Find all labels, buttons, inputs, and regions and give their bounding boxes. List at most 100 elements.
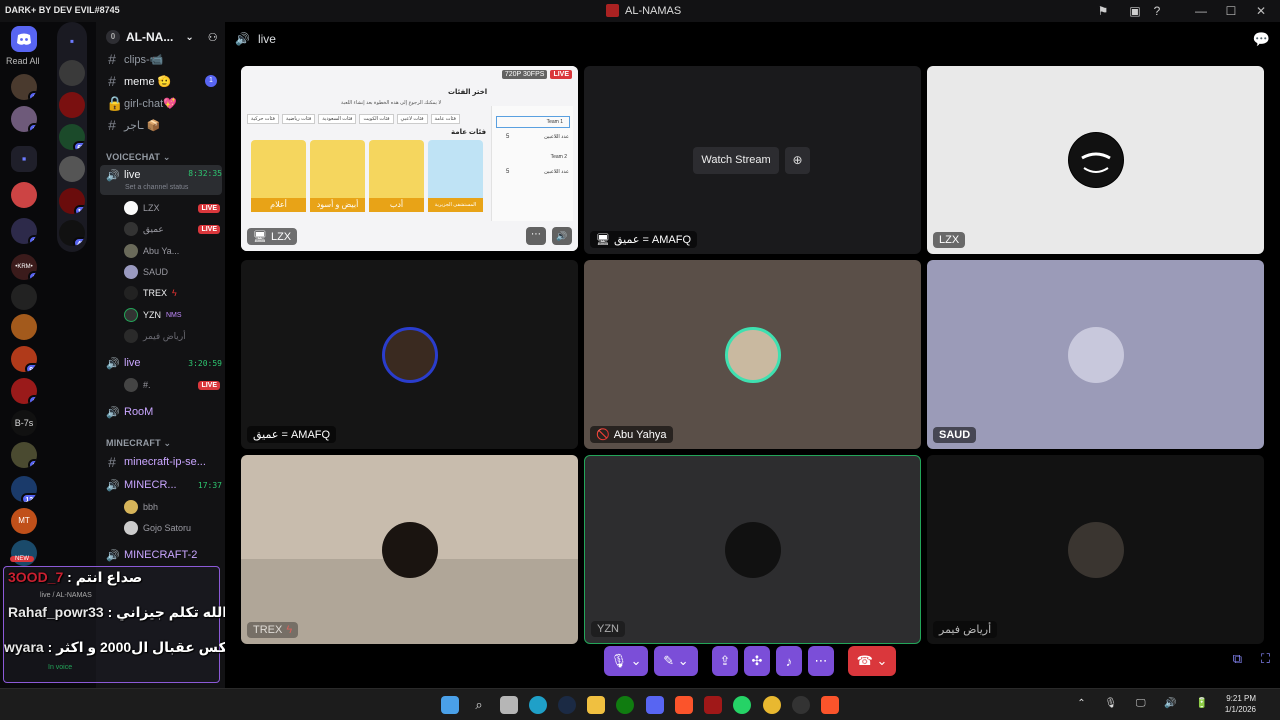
category-voicechat[interactable]: VOICECHAT ⌄ [106, 152, 171, 163]
participant-tile-lzx[interactable]: LZX [927, 66, 1264, 254]
participant-tile-yzn[interactable]: YZN [584, 455, 921, 644]
voicemeeter-icon[interactable] [704, 696, 722, 714]
voice-user[interactable]: #. LIVE [124, 376, 220, 394]
tray-icons[interactable]: ⌃ 🎙 🖵 🔊 🔋 [1077, 698, 1216, 709]
participant-tile-aryad[interactable]: أرياض فيمر [927, 455, 1264, 644]
brave-icon[interactable] [675, 696, 693, 714]
windows-start-icon[interactable] [441, 696, 459, 714]
server-8[interactable]: 1 [11, 378, 37, 404]
channel-meme[interactable]: # meme 🫡 [100, 71, 222, 91]
stream-volume-button[interactable]: 🔊 [552, 227, 572, 245]
players-stepper: 5 [506, 134, 510, 140]
minimize-button[interactable]: — [1188, 4, 1214, 18]
brave-icon-2[interactable] [821, 696, 839, 714]
add-member-icon[interactable]: ⚇ [208, 31, 218, 44]
whatsapp-icon[interactable] [733, 696, 751, 714]
screen-share-button[interactable]: ⇪ [712, 646, 738, 676]
server-mt[interactable]: MT [11, 508, 37, 534]
camera-button[interactable]: ✎ ⌄ [654, 646, 698, 676]
speaker-icon: 🔊 [106, 170, 120, 182]
channel-ajr[interactable]: # ـاجر 📦 [100, 115, 222, 135]
voice-user[interactable]: SAUD [124, 263, 220, 281]
stream-tile-lzx[interactable]: اختر الفئات لا يمكنك الرجوع إلى هذه الخط… [241, 66, 578, 251]
soundboard-button[interactable]: ♪ [776, 646, 802, 676]
server-2[interactable]: 1 [11, 106, 37, 132]
participant-tile-trex[interactable]: TREX ϟ [241, 455, 578, 644]
voice-channel-room[interactable]: 🔊 RooM [100, 402, 222, 422]
steam-icon[interactable] [558, 696, 576, 714]
voice-user[interactable]: bbh [124, 498, 220, 516]
participant-tile-saud[interactable]: SAUD [927, 260, 1264, 449]
xbox-icon[interactable] [616, 696, 634, 714]
voice-user[interactable]: TREX ϟ [124, 284, 220, 302]
mic-button[interactable]: 🎙 ⌄ [604, 646, 648, 676]
folder-server-6[interactable]: 47 [59, 220, 85, 246]
folder-server-5[interactable]: 11 [59, 188, 85, 214]
folder-server-3[interactable]: 67 [59, 124, 85, 150]
discord-taskbar-icon[interactable] [646, 696, 664, 714]
popout-button[interactable]: ⊕ [785, 147, 810, 174]
close-button[interactable]: ✕ [1248, 4, 1274, 18]
discord-home-button[interactable] [11, 26, 37, 52]
folder-server-4[interactable] [59, 156, 85, 182]
participant-tile-abu-yahya[interactable]: 🚫 Abu Yahya [584, 260, 921, 449]
voice-channel-minecraft-2[interactable]: 🔊 MINECRAFT-2 [100, 545, 222, 565]
channel-girl-chat[interactable]: 🔒 girl-chat💖 [100, 93, 222, 113]
server-10[interactable]: 122 [11, 476, 37, 502]
server-3[interactable] [11, 182, 37, 208]
edge-icon[interactable] [529, 696, 547, 714]
read-all-button[interactable]: Read All [6, 56, 40, 66]
folder-server-2[interactable] [59, 92, 85, 118]
channel-timer: 8:32:35 [188, 169, 222, 178]
server-9[interactable]: 8 [11, 442, 37, 468]
stream-tile-amafq[interactable]: Watch Stream ⊕ 🖥 عميق = AMAFQ [584, 66, 921, 254]
speaker-icon: 🔊 [235, 32, 250, 46]
obs-icon[interactable] [792, 696, 810, 714]
server-7[interactable]: 92 [11, 346, 37, 372]
server-b7s[interactable]: B-7s [11, 410, 37, 436]
server-4[interactable]: 2 [11, 218, 37, 244]
voice-user[interactable]: أرياض فيمر [124, 327, 220, 345]
task-view-icon[interactable] [500, 696, 518, 714]
chat-icon[interactable]: 💬 [1253, 31, 1270, 48]
help-icon[interactable]: ? [1148, 2, 1166, 20]
folder-button[interactable]: ▪ [11, 146, 37, 172]
server-1[interactable]: 1 [11, 74, 37, 100]
popout-window-icon[interactable]: ⧉ [1233, 651, 1242, 667]
server-5[interactable] [11, 284, 37, 310]
server-11[interactable] [11, 540, 37, 566]
system-clock[interactable]: 9:21 PM 1/1/2026 [1225, 693, 1256, 715]
folder-server-1[interactable] [59, 60, 85, 86]
activities-button[interactable]: ✣ [744, 646, 770, 676]
category-minecraft[interactable]: MINECRAFT ⌄ [106, 438, 171, 449]
voice-user[interactable]: YZN NMS [124, 306, 220, 324]
folder-icon[interactable]: ▪ [59, 28, 85, 54]
chrome-icon[interactable] [763, 696, 781, 714]
voice-user[interactable]: عميق LIVE [124, 220, 220, 238]
file-explorer-icon[interactable] [587, 696, 605, 714]
maximize-button[interactable]: ☐ [1218, 4, 1244, 18]
channel-minecraft-ip[interactable]: # minecraft-ip-se... [100, 452, 222, 472]
fullscreen-icon[interactable]: ⛶ [1261, 651, 1270, 667]
more-button[interactable]: ⋯ [808, 646, 834, 676]
voice-user[interactable]: Gojo Satoru [124, 519, 220, 537]
flag-icon[interactable]: ⚑ [1094, 2, 1112, 20]
preview-heading: اختر الفئات [448, 89, 488, 96]
inbox-icon[interactable]: ▣ [1126, 2, 1144, 20]
participant-tile-amafq[interactable]: عميق = AMAFQ [241, 260, 578, 449]
disconnect-button[interactable]: ☎ ⌄ [848, 646, 896, 676]
speaker-icon: 🔊 [106, 479, 120, 492]
voice-user[interactable]: Abu Ya... [124, 242, 220, 260]
voice-channel-minecraft[interactable]: 🔊 MINECR... 17:37 [100, 475, 222, 495]
voice-channel-live-2[interactable]: 🔊 live 3:20:59 [100, 353, 222, 373]
voice-user[interactable]: LZX LIVE [124, 199, 220, 217]
channel-status[interactable]: Set a channel status [125, 184, 188, 191]
search-icon[interactable]: ⌕ [470, 696, 488, 714]
stream-more-button[interactable]: ⋯ [526, 227, 546, 245]
tile-label: أرياض فيمر [933, 621, 998, 638]
channel-clips[interactable]: # clips-📹 [100, 49, 222, 69]
server-header[interactable]: 0 AL-NA... ⌄ ⚇ [96, 22, 225, 52]
server-krm[interactable]: •KRM• 1 [11, 254, 37, 280]
server-6[interactable] [11, 314, 37, 340]
watch-stream-button[interactable]: Watch Stream [693, 147, 779, 174]
